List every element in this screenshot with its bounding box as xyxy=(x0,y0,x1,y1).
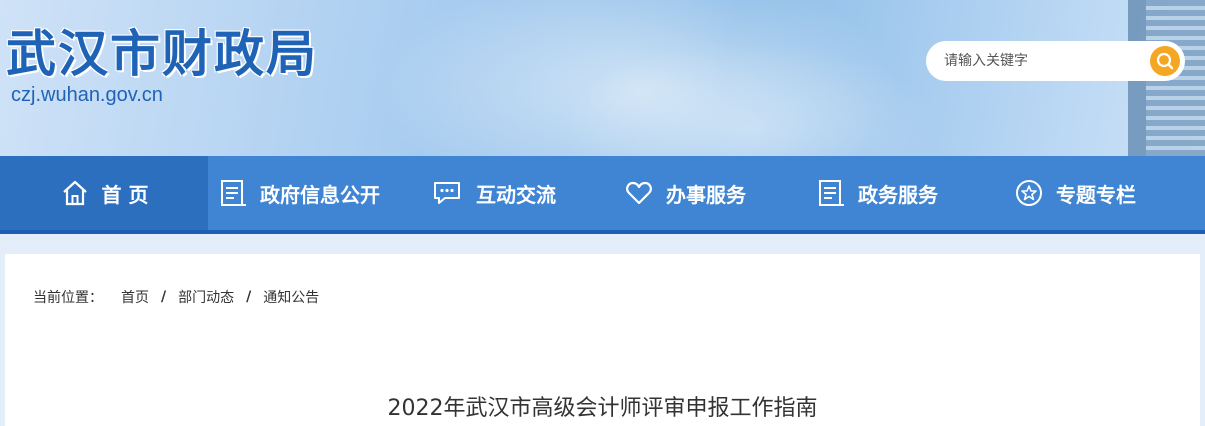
search-input[interactable] xyxy=(944,51,1134,71)
nav-item-label: 政务服务 xyxy=(858,182,938,207)
nav-item-gov-services[interactable]: 政务服务 xyxy=(816,156,938,230)
site-header: 武汉市财政局 czj.wuhan.gov.cn xyxy=(0,0,1205,156)
breadcrumb-separator: / xyxy=(246,289,252,305)
search-button[interactable] xyxy=(1150,46,1180,76)
home-icon xyxy=(62,180,87,206)
heart-icon xyxy=(626,181,652,205)
nav-item-label: 首 页 xyxy=(101,182,149,207)
site-logo-title[interactable]: 武汉市财政局 xyxy=(6,14,318,86)
breadcrumb: 当前位置： 首页 / 部门动态 / 通知公告 xyxy=(33,287,319,307)
chat-icon xyxy=(434,182,460,204)
site-domain: czj.wuhan.gov.cn xyxy=(11,84,163,106)
breadcrumb-label: 当前位置： xyxy=(33,290,103,306)
document-icon xyxy=(819,180,844,206)
nav-item-label: 办事服务 xyxy=(666,182,746,207)
content-panel: 当前位置： 首页 / 部门动态 / 通知公告 2022年武汉市高级会计师评审申报… xyxy=(5,254,1200,426)
breadcrumb-link-dept-news[interactable]: 部门动态 xyxy=(178,287,234,307)
main-nav: 首 页 政府信息公开 互动交流 办事服务 政务服务 专题专栏 xyxy=(0,156,1205,234)
breadcrumb-link-home[interactable]: 首页 xyxy=(121,287,149,307)
breadcrumb-link-notices[interactable]: 通知公告 xyxy=(263,287,319,307)
nav-item-home[interactable]: 首 页 xyxy=(0,156,208,230)
nav-item-label: 专题专栏 xyxy=(1056,182,1136,207)
document-icon xyxy=(221,180,246,206)
nav-item-services[interactable]: 办事服务 xyxy=(624,156,746,230)
search-icon xyxy=(1156,52,1174,70)
star-icon xyxy=(1016,180,1042,206)
nav-item-label: 互动交流 xyxy=(476,182,556,207)
search-box xyxy=(926,41,1185,81)
nav-item-interaction[interactable]: 互动交流 xyxy=(432,156,556,230)
nav-item-gov-info[interactable]: 政府信息公开 xyxy=(218,156,380,230)
article-title: 2022年武汉市高级会计师评审申报工作指南 xyxy=(387,396,818,421)
breadcrumb-separator: / xyxy=(161,289,167,305)
nav-item-label: 政府信息公开 xyxy=(260,182,380,207)
nav-item-special-topics[interactable]: 专题专栏 xyxy=(1014,156,1136,230)
